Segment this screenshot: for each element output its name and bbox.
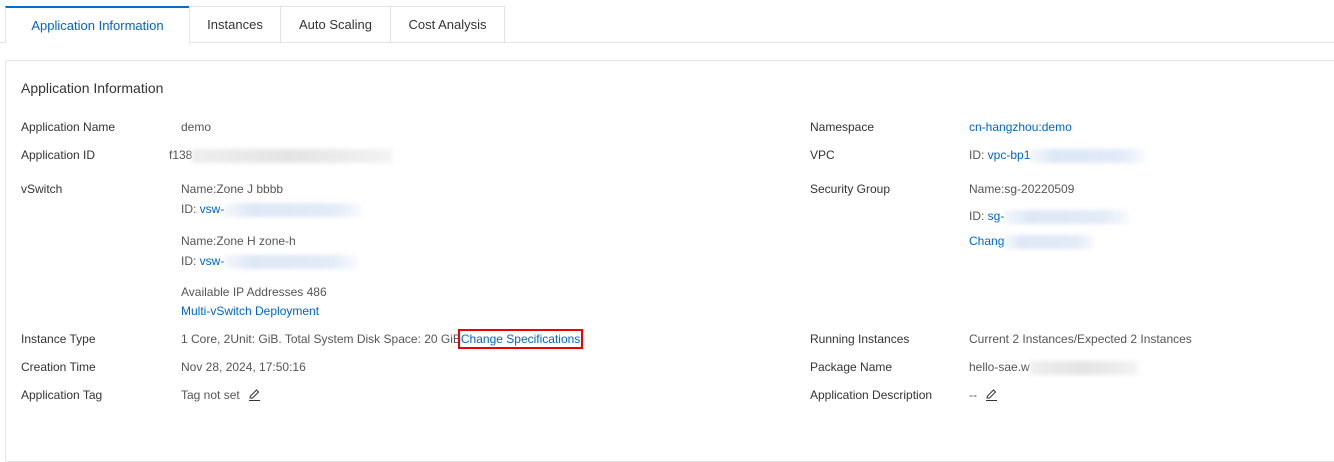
package-name-text: hello-sae.w: [969, 360, 1030, 374]
section-title: Application Information: [21, 80, 164, 96]
vpc-id-link[interactable]: vpc-bp1: [988, 148, 1031, 162]
redacted: [1004, 209, 1130, 224]
vswitch-zone2-id-link[interactable]: vsw-: [200, 254, 225, 268]
app-description-value: --: [969, 388, 998, 404]
redacted: [1030, 148, 1146, 163]
package-name-label: Package Name: [810, 360, 893, 374]
id-prefix: ID:: [181, 202, 200, 216]
vswitch-zone1-id-link[interactable]: vsw-: [200, 202, 225, 216]
available-ip: Available IP Addresses 486: [181, 285, 327, 299]
change-security-group-link[interactable]: Chang: [969, 234, 1004, 248]
instance-type-value: 1 Core, 2Unit: GiB. Total System Disk Sp…: [181, 329, 584, 349]
security-group-id: ID: sg-: [969, 209, 1130, 224]
tab-instances[interactable]: Instances: [189, 6, 281, 42]
security-group-label: Security Group: [810, 182, 891, 196]
vpc-label: VPC: [810, 148, 835, 162]
namespace-label: Namespace: [810, 120, 875, 134]
instance-type-text: 1 Core, 2Unit: GiB. Total System Disk Sp…: [181, 332, 461, 346]
creation-time-value: Nov 28, 2024, 17:50:16: [181, 360, 306, 374]
security-group-change: Chang: [969, 234, 1095, 249]
redacted: [224, 202, 363, 217]
app-name-label: Application Name: [21, 120, 116, 134]
tab-cost-analysis[interactable]: Cost Analysis: [390, 6, 505, 42]
running-instances-value: Current 2 Instances/Expected 2 Instances: [969, 332, 1192, 346]
vpc-value: ID: vpc-bp1: [969, 148, 1146, 163]
multi-vswitch-link[interactable]: Multi-vSwitch Deployment: [181, 304, 319, 318]
vswitch-zone1-id: ID: vsw-: [181, 202, 363, 217]
app-name-value: demo: [181, 120, 212, 134]
redacted: [192, 148, 393, 163]
edit-description-icon[interactable]: [985, 388, 998, 404]
redacted: [1004, 234, 1095, 249]
app-description-text: --: [969, 388, 977, 403]
namespace-link[interactable]: cn-hangzhou:demo: [969, 120, 1072, 134]
security-group-name: Name:sg-20220509: [969, 182, 1075, 196]
tab-application-information[interactable]: Application Information: [5, 6, 190, 43]
vswitch-zone1-name: Name:Zone J bbbb: [181, 182, 284, 196]
app-tag-label: Application Tag: [21, 388, 103, 402]
app-id-text: f138: [169, 148, 193, 162]
app-tag-value: Tag not set: [181, 388, 261, 404]
tab-auto-scaling[interactable]: Auto Scaling: [280, 6, 391, 42]
app-id-label: Application ID: [21, 148, 96, 162]
security-group-id-link[interactable]: sg-: [988, 209, 1005, 223]
creation-time-label: Creation Time: [21, 360, 96, 374]
app-id-value: f138: [169, 148, 393, 163]
vswitch-label: vSwitch: [21, 182, 63, 196]
running-instances-label: Running Instances: [810, 332, 910, 346]
id-prefix: ID:: [181, 254, 200, 268]
redacted: [1029, 360, 1138, 375]
redacted: [224, 254, 359, 269]
tab-bar: Application Information Instances Auto S…: [0, 6, 1334, 43]
id-prefix: ID:: [969, 209, 988, 223]
app-description-label: Application Description: [810, 388, 933, 402]
change-specifications-link[interactable]: Change Specifications: [457, 329, 584, 349]
id-prefix: ID:: [969, 148, 988, 162]
instance-type-label: Instance Type: [21, 332, 96, 346]
vswitch-zone2-id: ID: vsw-: [181, 254, 359, 269]
app-tag-text: Tag not set: [181, 388, 240, 403]
edit-tag-icon[interactable]: [248, 388, 261, 404]
package-name-value: hello-sae.w: [969, 360, 1138, 375]
vswitch-zone2-name: Name:Zone H zone-h: [181, 234, 296, 248]
